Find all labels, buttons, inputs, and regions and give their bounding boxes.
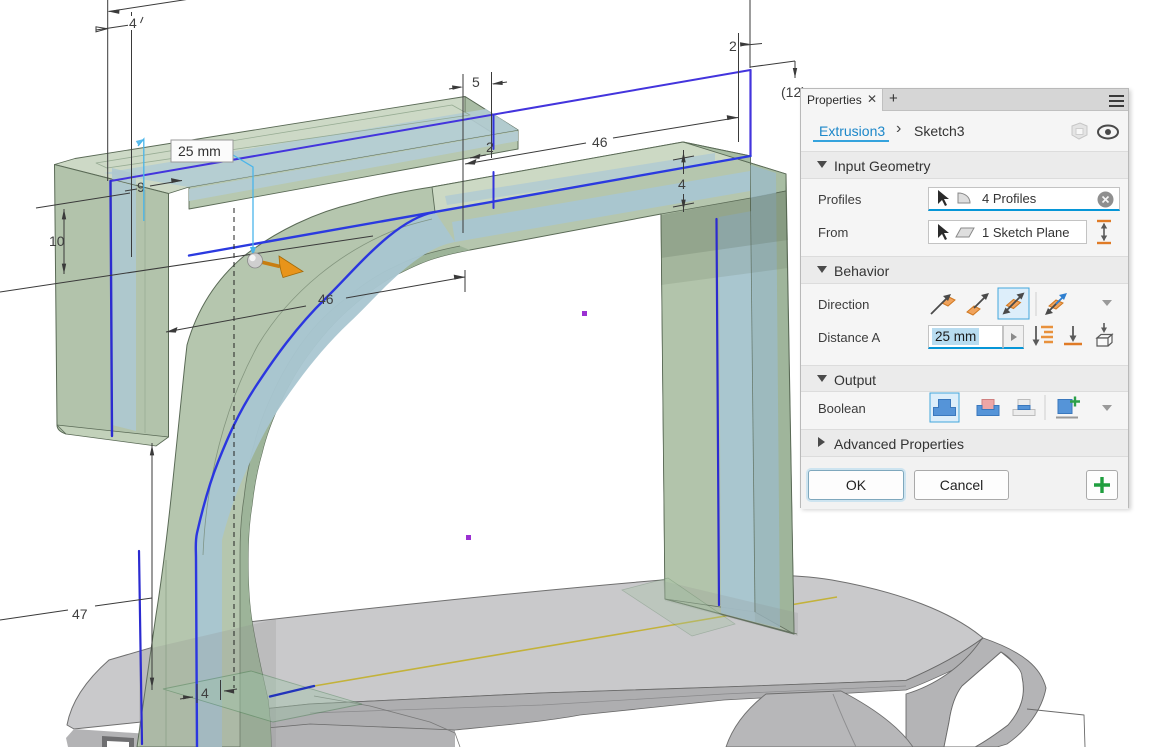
svg-text:25 mm: 25 mm <box>178 143 221 159</box>
svg-text:4: 4 <box>201 685 209 701</box>
svg-text:2: 2 <box>486 139 494 155</box>
svg-text:1 Sketch Plane: 1 Sketch Plane <box>982 225 1069 240</box>
svg-text:47: 47 <box>72 606 88 622</box>
svg-text:46: 46 <box>592 134 608 150</box>
svg-text:2: 2 <box>729 38 737 54</box>
svg-text:4 Profiles: 4 Profiles <box>982 191 1037 206</box>
svg-text:4: 4 <box>129 15 137 31</box>
svg-text:10: 10 <box>49 233 65 249</box>
svg-text:46: 46 <box>318 291 334 307</box>
svg-text:5: 5 <box>472 74 480 90</box>
svg-text:4: 4 <box>678 176 686 192</box>
